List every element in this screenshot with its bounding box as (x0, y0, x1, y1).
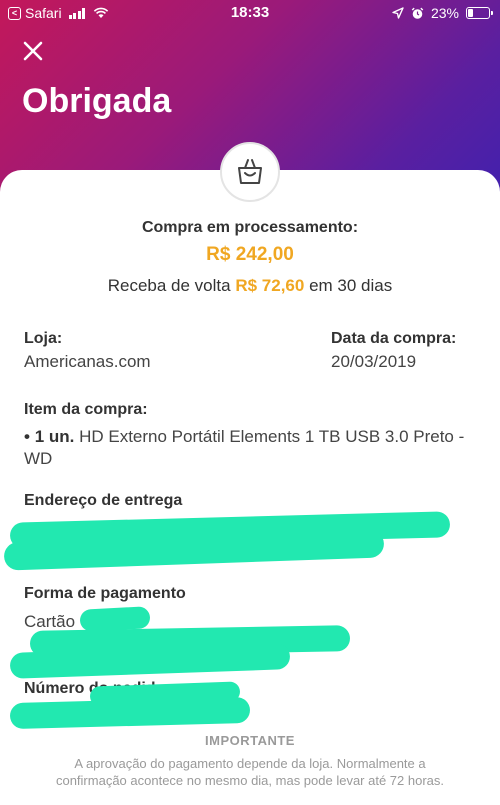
cashback-line: Receba de volta R$ 72,60 em 30 dias (0, 276, 500, 296)
payment-method-label: Forma de pagamento (24, 585, 186, 602)
item-label: Item da compra: (24, 401, 148, 418)
store-value: Americanas.com (24, 352, 151, 371)
cashback-amount: R$ 72,60 (235, 276, 305, 295)
item-quantity: 1 un. (34, 427, 75, 446)
item-name: HD Externo Portátil Elements 1 TB USB 3.… (24, 427, 465, 468)
shopping-bag-icon (238, 159, 262, 184)
important-label: IMPORTANTE (205, 733, 295, 748)
purchase-date-value: 20/03/2019 (331, 352, 417, 371)
payment-method-value: Cartão (24, 612, 76, 631)
purchase-date-label: Data da compra: (331, 330, 457, 347)
store-label: Loja: (24, 330, 63, 347)
battery-percent: 23% (430, 5, 459, 21)
page-title: Obrigada (22, 82, 172, 120)
battery-icon (466, 7, 493, 19)
location-arrow-icon (392, 7, 404, 19)
shopping-bag-badge (220, 142, 280, 202)
cashback-prefix: Receba de volta (107, 276, 231, 295)
alarm-icon (411, 7, 424, 19)
shipping-address-label: Endereço de entrega (24, 492, 183, 509)
status-bar: < Safari 18:33 23% (0, 0, 500, 28)
approval-note: A aprovação do pagamento depende da loja… (55, 756, 445, 788)
purchase-status-label: Compra em processamento: (141, 219, 359, 236)
purchase-amount: R$ 242,00 (206, 244, 294, 265)
item-description: • 1 un. HD Externo Portátil Elements 1 T… (24, 427, 465, 468)
close-icon[interactable] (20, 38, 46, 64)
cashback-suffix: em 30 dias (309, 276, 393, 295)
